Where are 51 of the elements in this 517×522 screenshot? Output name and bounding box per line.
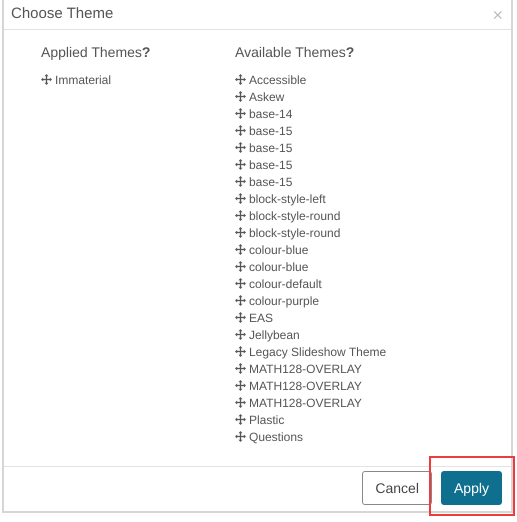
move-icon[interactable] [235,363,246,374]
theme-item[interactable]: block-style-round [249,206,340,224]
move-icon[interactable] [235,312,246,323]
theme-item[interactable]: Immaterial [55,70,112,88]
move-icon[interactable] [235,159,246,170]
move-icon[interactable] [235,108,246,119]
move-icon[interactable] [235,278,246,289]
apply-button[interactable]: Apply [440,471,502,505]
theme-item[interactable]: MATH128-OVERLAY [249,376,362,394]
theme-item[interactable]: block-style-left [249,190,326,208]
theme-item[interactable]: Jellybean [249,326,300,344]
theme-item[interactable]: base-14 [249,104,292,122]
move-icon[interactable] [235,176,246,187]
move-icon[interactable] [235,414,246,425]
move-icon[interactable] [235,210,246,221]
theme-item[interactable]: colour-purple [249,292,320,310]
theme-item[interactable]: colour-blue [249,240,308,258]
move-icon[interactable] [235,91,246,102]
theme-item[interactable]: base-15 [249,138,292,156]
move-icon[interactable] [235,431,246,442]
theme-item[interactable]: Legacy Slideshow Theme [249,342,386,360]
move-icon[interactable] [235,346,246,357]
move-icon[interactable] [235,295,246,306]
theme-item[interactable]: Accessible [249,70,306,88]
section-heading: Applied Themes? [41,43,152,62]
theme-item[interactable]: Plastic [249,410,284,428]
theme-item[interactable]: Askew [249,88,284,106]
move-icon[interactable] [235,261,246,272]
move-icon[interactable] [235,142,246,153]
theme-item[interactable]: base-15 [249,156,292,174]
theme-item[interactable]: colour-blue [249,258,308,276]
move-icon[interactable] [235,329,246,340]
theme-item[interactable]: Questions [249,428,304,446]
theme-item[interactable]: colour-default [249,274,322,292]
move-icon[interactable] [235,380,246,391]
theme-item[interactable]: MATH128-OVERLAY [249,394,362,412]
move-icon[interactable] [235,74,246,85]
cancel-button[interactable]: Cancel [362,471,432,505]
theme-item[interactable]: base-15 [249,122,292,140]
dialog-title: Choose Theme [11,4,114,24]
move-icon[interactable] [235,397,246,408]
move-icon[interactable] [235,193,246,204]
move-icon[interactable] [235,244,246,255]
move-icon[interactable] [235,227,246,238]
theme-item[interactable]: base-15 [249,172,292,190]
move-icon[interactable] [235,125,246,136]
theme-item[interactable]: MATH128-OVERLAY [249,360,362,378]
theme-item[interactable]: EAS [249,308,274,326]
move-icon[interactable] [41,74,52,85]
section-heading: Available Themes? [235,43,356,62]
theme-item[interactable]: block-style-round [249,224,340,242]
